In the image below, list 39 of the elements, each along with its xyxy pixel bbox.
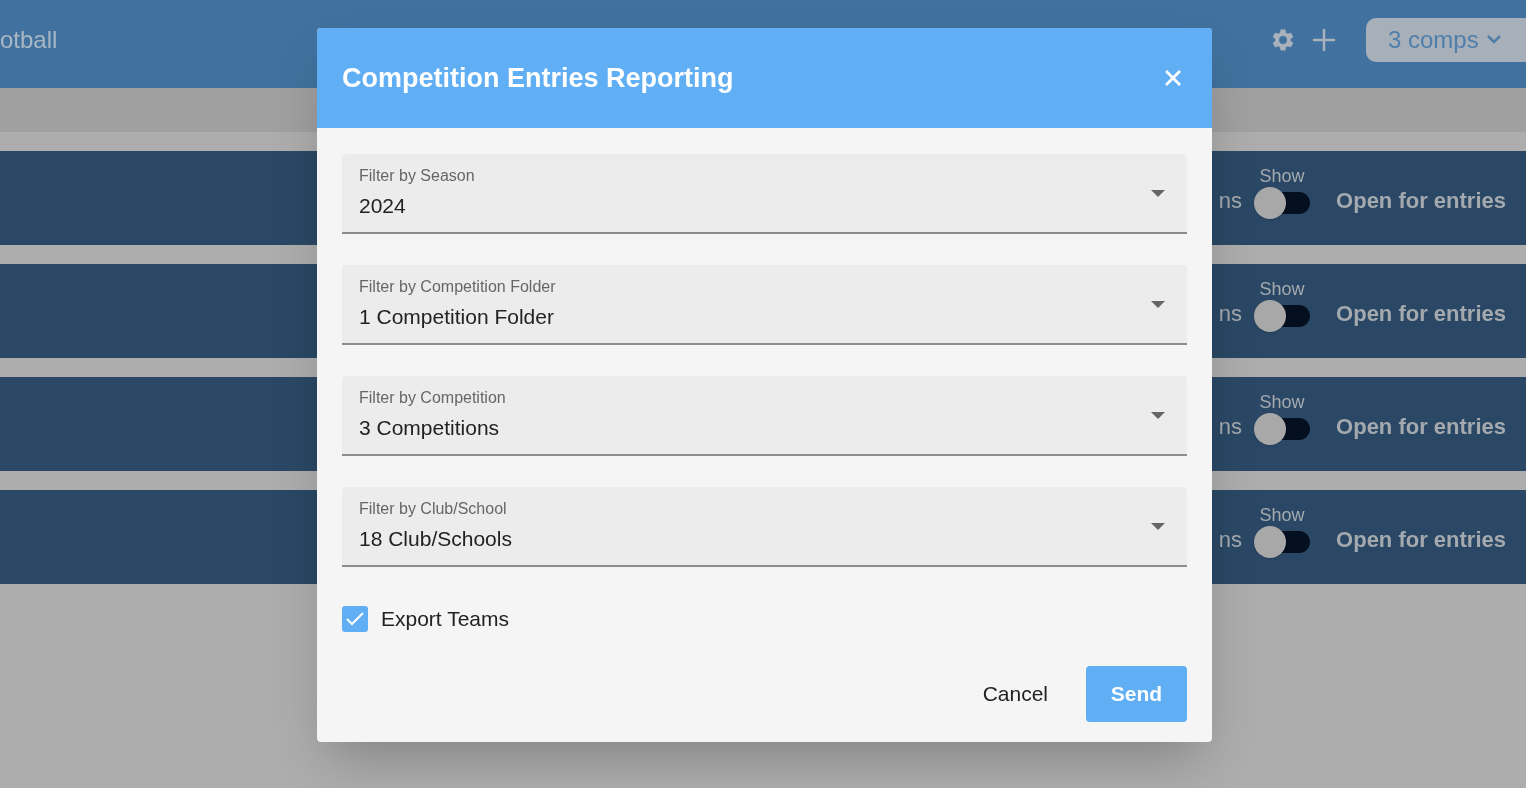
show-toggle[interactable] [1254,527,1311,557]
field-label: Filter by Competition [359,388,506,409]
dropdown-caret-icon [1151,300,1165,308]
check-icon [346,611,364,626]
show-toggle[interactable] [1254,414,1311,444]
row-text: ns [1218,186,1243,215]
filter-select[interactable]: Filter by Club/School 18 Club/Schools [342,487,1187,567]
toggle-label: Show [1259,504,1305,527]
field-value: 3 Competitions [359,415,501,442]
show-toggle[interactable] [1254,301,1311,331]
field-label: Filter by Competition Folder [359,277,556,298]
toggle-label: Show [1259,278,1305,301]
row-text: ns [1218,299,1243,328]
field-value: 2024 [359,193,407,220]
field-label: Filter by Club/School [359,499,508,520]
field-value: 18 Club/Schools [359,526,512,553]
chevron-down-icon [1486,35,1501,45]
dropdown-caret-icon [1151,189,1165,197]
dropdown-caret-icon [1151,411,1165,419]
field-value: 1 Competition Folder [359,304,555,331]
status-text: Open for entries [1336,525,1506,554]
filter-select[interactable]: Filter by Season 2024 [342,154,1187,234]
field-label: Filter by Season [359,166,475,187]
app-title: otball [0,25,58,55]
export-checkbox[interactable] [342,605,368,632]
toggle-label: Show [1259,165,1305,188]
toggle-label: Show [1259,391,1305,414]
row-text: ns [1218,525,1243,554]
cancel-button[interactable]: Cancel [970,665,1060,722]
dropdown-caret-icon [1151,522,1165,530]
status-text: Open for entries [1336,186,1506,215]
dialog-title: Competition Entries Reporting [342,61,734,95]
show-toggle[interactable] [1254,188,1311,218]
filter-select[interactable]: Filter by Competition 3 Competitions [342,376,1187,456]
status-text: Open for entries [1336,412,1506,441]
filter-select[interactable]: Filter by Competition Folder 1 Competition Folder [342,265,1187,345]
status-text: Open for entries [1336,299,1506,328]
checkbox-label: Export Teams [381,606,509,632]
row-text: ns [1218,412,1243,441]
